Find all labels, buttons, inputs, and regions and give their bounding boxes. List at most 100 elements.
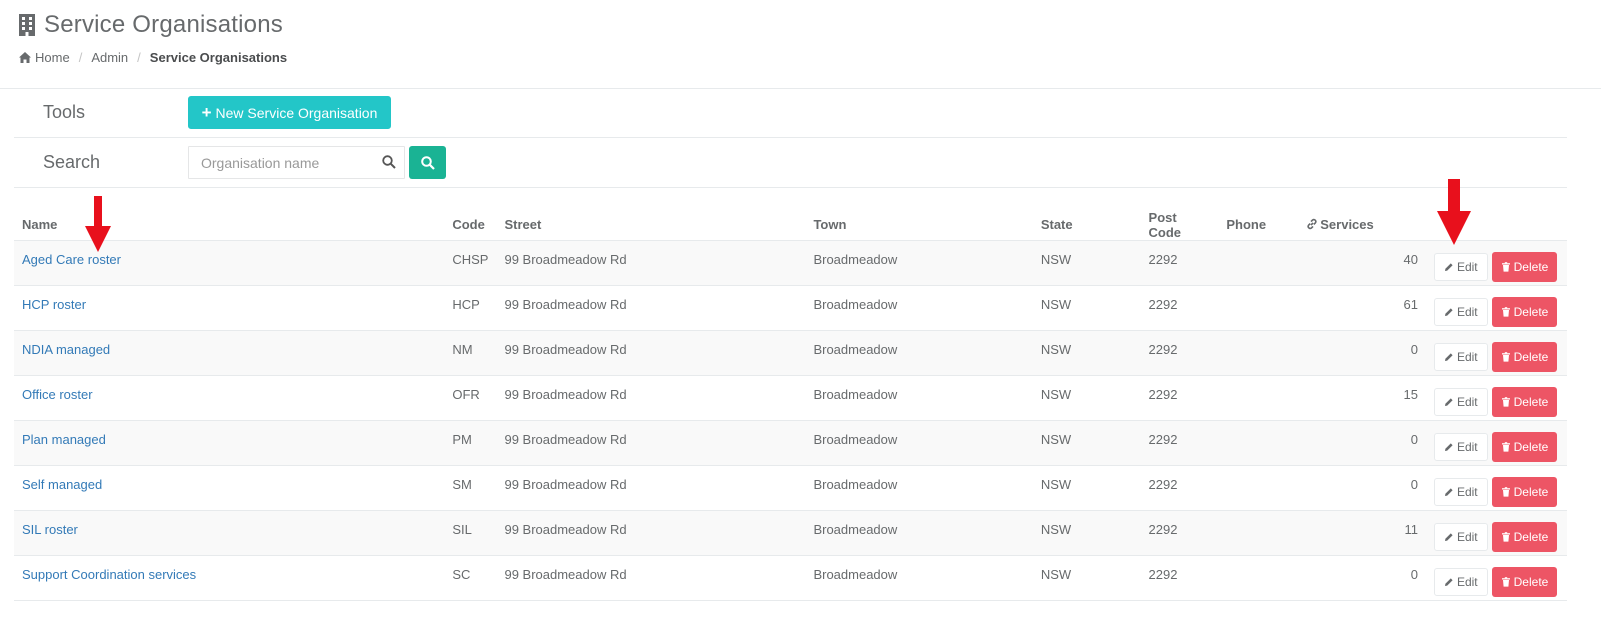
column-header-state[interactable]: State [1032,209,1141,241]
cell-name: Self managed [14,465,445,511]
organisation-name-link[interactable]: Office roster [22,387,93,402]
trash-icon [1501,577,1510,587]
edit-button[interactable]: Edit [1433,433,1488,461]
column-header-name[interactable]: Name [14,209,445,241]
delete-button[interactable]: Delete [1491,432,1558,462]
cell-actions: Edit Delete [1425,555,1567,601]
column-header-services[interactable]: Services [1298,209,1426,241]
plus-icon: + [201,103,212,122]
cell-town: Broadmeadow [805,330,1033,376]
organisation-name-link[interactable]: Aged Care roster [22,252,121,267]
organisation-name-link[interactable]: NDIA managed [22,342,110,357]
tools-row: Tools + New Service Organisation [14,88,1567,138]
edit-button[interactable]: Edit [1433,523,1488,551]
annotation-arrow-icon [1437,179,1471,245]
edit-button[interactable]: Edit [1433,298,1488,326]
breadcrumb: Home / Admin / Service Organisations [19,50,287,65]
cell-town: Broadmeadow [805,465,1033,511]
pencil-icon [1444,443,1453,451]
organisation-name-link[interactable]: Support Coordination services [22,567,196,582]
cell-street: 99 Broadmeadow Rd [496,375,806,421]
cell-phone [1218,555,1299,601]
cell-actions: Edit Delete [1425,420,1567,466]
organisations-table: Name Code Street Town State Post Code Ph… [14,209,1567,601]
column-header-code[interactable]: Code [444,209,497,241]
edit-label: Edit [1456,530,1478,544]
search-label: Search [43,152,101,172]
new-service-organisation-button[interactable]: + New Service Organisation [188,96,391,129]
edit-button[interactable]: Edit [1433,568,1488,596]
edit-button[interactable]: Edit [1433,478,1488,506]
search-row: Search [14,138,1567,188]
search-input[interactable] [189,147,381,178]
delete-label: Delete [1513,260,1549,274]
trash-icon [1501,397,1510,407]
edit-button[interactable]: Edit [1433,343,1488,371]
delete-button[interactable]: Delete [1491,522,1558,552]
breadcrumb-separator: / [137,50,141,65]
cell-state: NSW [1032,375,1141,421]
cell-town: Broadmeadow [805,375,1033,421]
cell-state: NSW [1032,510,1141,556]
breadcrumb-current: Service Organisations [149,50,288,65]
edit-label: Edit [1456,395,1478,409]
cell-services: 61 [1298,285,1426,331]
cell-code: SM [444,465,497,511]
cell-actions: Edit Delete [1425,285,1567,331]
breadcrumb-admin[interactable]: Admin [91,50,128,65]
cell-post-code: 2292 [1140,465,1219,511]
pencil-icon [1444,533,1453,541]
column-header-town[interactable]: Town [805,209,1033,241]
cell-town: Broadmeadow [805,420,1033,466]
cell-code: SC [444,555,497,601]
edit-label: Edit [1456,485,1478,499]
table-row: Self managed SM 99 Broadmeadow Rd Broadmead… [14,465,1567,511]
cell-phone [1218,285,1299,331]
cell-services: 0 [1298,420,1426,466]
organisation-name-link[interactable]: SIL roster [22,522,78,537]
cell-street: 99 Broadmeadow Rd [496,420,806,466]
cell-state: NSW [1032,555,1141,601]
cell-phone [1218,510,1299,556]
cell-code: PM [444,420,497,466]
cell-state: NSW [1032,240,1141,286]
edit-button[interactable]: Edit [1433,253,1488,281]
cell-actions: Edit Delete [1425,330,1567,376]
pencil-icon [1444,398,1453,406]
delete-button[interactable]: Delete [1491,567,1558,597]
table-row: Aged Care roster CHSP 99 Broadmeadow Rd Bro… [14,240,1567,286]
column-header-street[interactable]: Street [496,209,806,241]
column-header-phone[interactable]: Phone [1218,209,1299,241]
edit-button[interactable]: Edit [1433,388,1488,416]
breadcrumb-home[interactable]: Home [35,50,70,65]
delete-button[interactable]: Delete [1491,342,1558,372]
services-header-label: Services [1320,217,1374,232]
cell-services: 0 [1298,465,1426,511]
cell-state: NSW [1032,420,1141,466]
delete-button[interactable]: Delete [1491,387,1558,417]
cell-street: 99 Broadmeadow Rd [496,555,806,601]
trash-icon [1501,442,1510,452]
cell-actions: Edit Delete [1425,465,1567,511]
cell-services: 0 [1298,330,1426,376]
table-row: SIL roster SIL 99 Broadmeadow Rd Broadmeado… [14,510,1567,556]
table-row: Support Coordination services SC 99 Broadm… [14,555,1567,601]
delete-button[interactable]: Delete [1491,252,1558,282]
delete-button[interactable]: Delete [1491,297,1558,327]
organisation-name-link[interactable]: Self managed [22,477,102,492]
search-button[interactable] [409,146,446,179]
pencil-icon [1444,353,1453,361]
cell-name: NDIA managed [14,330,445,376]
organisation-name-link[interactable]: HCP roster [22,297,86,312]
new-button-label: New Service Organisation [215,104,378,121]
organisation-name-link[interactable]: Plan managed [22,432,106,447]
cell-phone [1218,465,1299,511]
cell-post-code: 2292 [1140,510,1219,556]
cell-actions: Edit Delete [1425,375,1567,421]
cell-street: 99 Broadmeadow Rd [496,330,806,376]
cell-post-code: 2292 [1140,555,1219,601]
column-header-post-code[interactable]: Post Code [1140,209,1219,241]
table-row: Office roster OFR 99 Broadmeadow Rd Broadme… [14,375,1567,421]
delete-button[interactable]: Delete [1491,477,1558,507]
cell-name: SIL roster [14,510,445,556]
